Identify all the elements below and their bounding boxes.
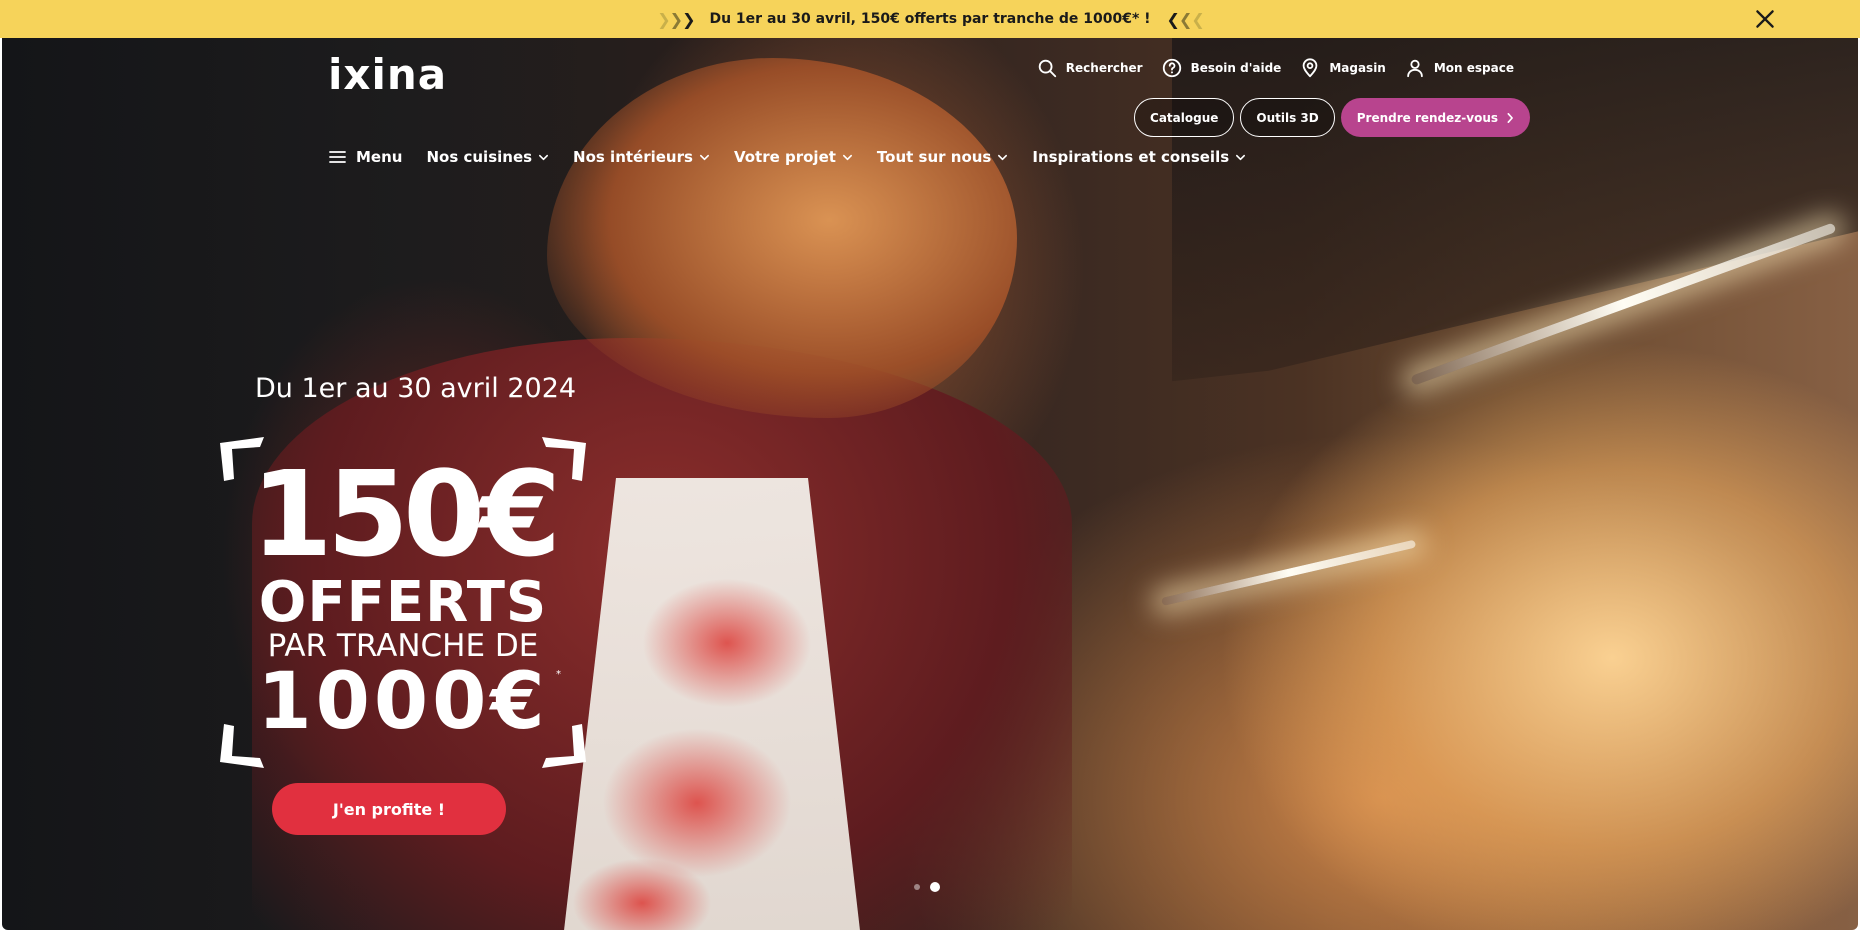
nav-item-nos-interieurs[interactable]: Nos intérieurs — [573, 148, 710, 166]
ixina-logo[interactable]: ixina — [328, 50, 447, 99]
promo-bar: ❯ ❯ ❯ Du 1er au 30 avril, 150€ offerts par… — [0, 0, 1860, 38]
close-icon[interactable] — [1752, 6, 1778, 32]
book-appointment-label: Prendre rendez-vous — [1356, 110, 1498, 125]
location-pin-icon — [1302, 58, 1318, 78]
chevrons-right-icon: ❯ ❯ ❯ — [657, 9, 695, 29]
offer-amount: 150€ — [250, 445, 561, 583]
3d-tools-button[interactable]: Outils 3D — [1240, 98, 1335, 137]
promo-text[interactable]: Du 1er au 30 avril, 150€ offerts par tra… — [709, 11, 1150, 27]
header-cta-row: Catalogue Outils 3D Prendre rendez-vous — [1134, 98, 1530, 137]
nav-item-label: Tout sur nous — [876, 148, 992, 166]
search-link-label: Rechercher — [1065, 61, 1143, 75]
hero-photo-lobster-print — [602, 728, 792, 878]
help-icon — [1162, 58, 1181, 78]
nav-item-label: Nos intérieurs — [573, 148, 693, 166]
search-icon — [1038, 59, 1056, 78]
nav-item-nos-cuisines[interactable]: Nos cuisines — [426, 148, 549, 166]
menu-button[interactable]: Menu — [329, 148, 402, 166]
carousel-dots — [914, 882, 940, 892]
user-icon — [1407, 59, 1423, 78]
menu-label: Menu — [356, 148, 403, 166]
nav-item-label: Nos cuisines — [426, 148, 533, 166]
nav-item-label: Votre projet — [733, 148, 836, 166]
nav-item-inspirations[interactable]: Inspirations et conseils — [1032, 148, 1246, 166]
catalogue-button[interactable]: Catalogue — [1134, 98, 1235, 137]
chevron-down-icon — [842, 154, 852, 160]
account-link[interactable]: Mon espace — [1404, 57, 1514, 79]
offer-threshold: 1000€ — [257, 657, 549, 747]
chevron-right-icon — [1507, 112, 1513, 123]
book-appointment-button[interactable]: Prendre rendez-vous — [1340, 98, 1530, 137]
hero-offer-block: 150€ OFFERTS PAR TRANCHE DE 1000€ * — [218, 435, 588, 770]
main-nav: Menu Nos cuisines Nos intérieurs Votre p… — [329, 148, 1246, 166]
store-link-label: Magasin — [1329, 61, 1386, 75]
chevrons-left-icon: ❮ ❮ ❮ — [1166, 9, 1205, 29]
hero-background-light — [1161, 539, 1417, 606]
chevron-down-icon — [699, 154, 709, 160]
carousel-dot-1[interactable] — [914, 884, 920, 890]
hamburger-icon — [329, 151, 346, 163]
carousel-dot-2[interactable] — [930, 882, 940, 892]
chevron-down-icon — [539, 154, 549, 160]
account-link-label: Mon espace — [1433, 61, 1514, 75]
nav-item-votre-projet[interactable]: Votre projet — [734, 148, 853, 166]
chevron-down-icon — [998, 154, 1008, 160]
help-link-label: Besoin d'aide — [1190, 61, 1282, 75]
store-link[interactable]: Magasin — [1299, 57, 1386, 79]
offer-asterisk: * — [556, 669, 561, 680]
offer-offerts: OFFERTS — [258, 570, 548, 635]
chevron-down-icon — [1236, 154, 1246, 160]
help-link[interactable]: Besoin d'aide — [1161, 57, 1282, 79]
search-link[interactable]: Rechercher — [1036, 57, 1143, 79]
hero-photo-lobster-print — [642, 578, 812, 708]
utility-nav: Rechercher Besoin d'aide Magasin Mon esp… — [1036, 57, 1514, 79]
nav-item-label: Inspirations et conseils — [1032, 148, 1230, 166]
promo-content: ❯ ❯ ❯ Du 1er au 30 avril, 150€ offerts par… — [657, 9, 1205, 29]
hero-date-range: Du 1er au 30 avril 2024 — [255, 373, 577, 404]
jen-profite-button[interactable]: J'en profite ! — [272, 783, 506, 835]
nav-item-tout-sur-nous[interactable]: Tout sur nous — [877, 148, 1008, 166]
